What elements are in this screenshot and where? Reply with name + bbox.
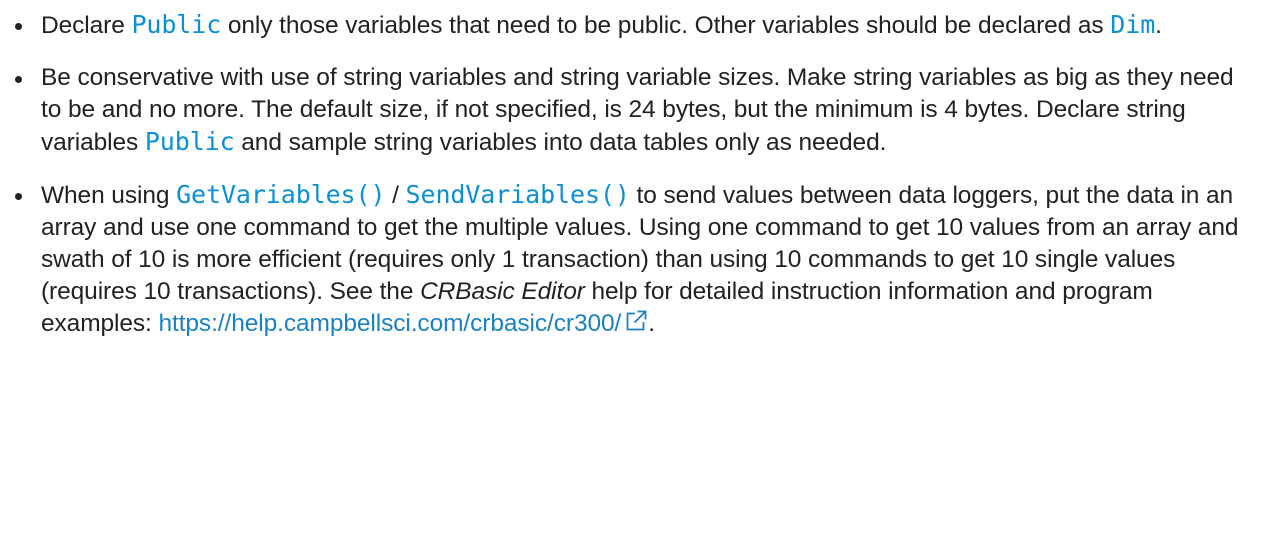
item-text: and sample string variables into data ta… [234,129,887,156]
code-instruction-sendvariables: SendVariables() [405,180,630,209]
document-page: Declare Public only those variables that… [0,0,1279,557]
code-keyword-dim: Dim [1110,10,1156,39]
code-keyword-public: Public [131,10,222,39]
crbasic-editor-emphasis: CRBasic Editor [420,278,585,305]
list-item: Be conservative with use of string varia… [0,62,1279,159]
item-text: . [1155,12,1162,39]
external-link-icon[interactable] [624,309,648,333]
item-text: only those variables that need to be pub… [221,12,1111,39]
item-text: Declare [41,12,132,39]
bullet-dot [15,23,22,30]
crbasic-help-link[interactable]: https://help.campbellsci.com/crbasic/cr3… [158,310,621,337]
code-instruction-getvariables: GetVariables() [176,180,386,209]
bullet-dot [15,76,22,83]
list-item: When using GetVariables() / SendVariable… [0,179,1279,340]
list-item: Declare Public only those variables that… [0,9,1279,42]
bullet-dot [15,193,22,200]
item-text: . [648,310,655,337]
code-keyword-public: Public [144,127,235,156]
bullet-list: Declare Public only those variables that… [0,0,1279,340]
item-text: / [385,182,406,209]
item-text: When using [41,182,177,209]
